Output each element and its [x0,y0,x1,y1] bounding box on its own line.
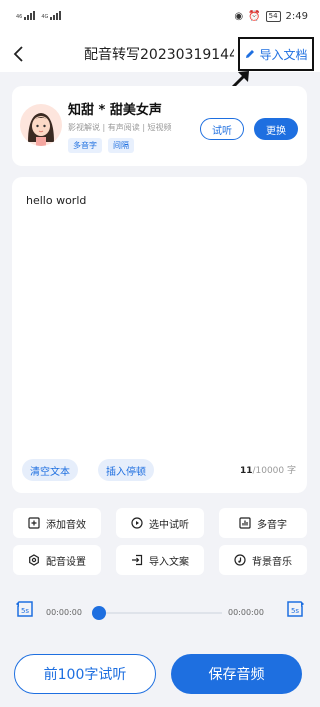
tool-label: 添加音效 [46,519,86,531]
audio-player: 5s 00:00:00 00:00:00 5s [0,592,320,632]
status-right: ◉ ⏰ 54 2:49 [234,11,308,22]
trial-first-100-button[interactable]: 前100字试听 [14,654,156,694]
bars-icon [239,517,251,529]
voice-name: 知甜 * 甜美女声 [68,103,162,118]
dubbing-settings-button[interactable]: 配音设置 [13,545,101,575]
background-music-button[interactable]: 背景音乐 [219,545,307,575]
polyphone-button[interactable]: 多音字 [219,508,307,538]
save-audio-button[interactable]: 保存音频 [171,654,302,694]
progress-thumb[interactable] [92,606,106,620]
import-copy-button[interactable]: 导入文案 [116,545,204,575]
alarm-icon: ⏰ [248,11,261,22]
battery-indicator: 54 [265,11,281,22]
current-time: 00:00:00 [46,608,82,617]
eye-icon: ◉ [234,11,244,22]
char-counter: 11/10000 字 [240,463,296,476]
voice-tag: 多音字 [68,138,102,153]
insert-pause-button[interactable]: 插入停顿 [98,459,154,481]
import-icon [132,554,143,566]
back-arrow-icon[interactable] [10,42,30,66]
forward-5s-icon[interactable]: 5s [284,598,306,620]
tool-label: 背景音乐 [252,556,292,568]
app-header: 配音转写20230319144... 导入文档 [0,36,320,72]
voice-description: 影视解说 | 有声阅读 | 短视频 [68,123,172,132]
signal-sim1-icon: 46 [16,11,36,20]
clear-text-button[interactable]: 清空文本 [22,459,78,481]
editor-footer: 清空文本 插入停顿 11/10000 字 [22,459,298,481]
pencil-icon [246,50,255,58]
girl-avatar-icon [28,113,54,146]
voice-tags: 多音字 间隔 [68,138,134,153]
tool-label: 配音设置 [46,556,86,568]
progress-track[interactable] [96,612,222,614]
text-editor[interactable]: hello world 清空文本 插入停顿 11/10000 字 [12,177,307,493]
play-circle-icon [131,517,143,529]
plus-box-icon [28,517,40,529]
tool-label: 多音字 [257,519,287,531]
rewind-5s-icon[interactable]: 5s [14,598,36,620]
char-count: 11 [239,466,253,476]
signal-indicators: 46 4G [16,11,62,20]
settings-icon [29,554,39,566]
voice-tag: 间隔 [108,138,134,153]
clock: 2:49 [285,11,308,22]
page-title: 配音转写20230319144... [84,47,234,63]
voice-card: 知甜 * 甜美女声 影视解说 | 有声阅读 | 短视频 多音字 间隔 试听 更换 [12,86,307,166]
add-sound-effect-button[interactable]: 添加音效 [13,508,101,538]
preview-selection-button[interactable]: 选中试听 [116,508,204,538]
import-document-label: 导入文档 [259,47,308,62]
music-note-icon [234,554,246,566]
tool-label: 选中试听 [149,519,189,531]
total-time: 00:00:00 [228,608,264,617]
editor-text[interactable]: hello world [26,194,86,207]
rewind-label: 5s [21,607,29,615]
forward-label: 5s [291,607,299,615]
char-limit: /10000 字 [252,466,296,476]
signal-sim2-icon: 4G [41,11,62,20]
status-bar: 46 4G ◉ ⏰ 54 2:49 [0,0,320,36]
tool-label: 导入文案 [149,556,189,568]
audition-button[interactable]: 试听 [200,118,244,140]
change-voice-button[interactable]: 更换 [254,118,298,140]
voice-avatar [20,104,62,146]
